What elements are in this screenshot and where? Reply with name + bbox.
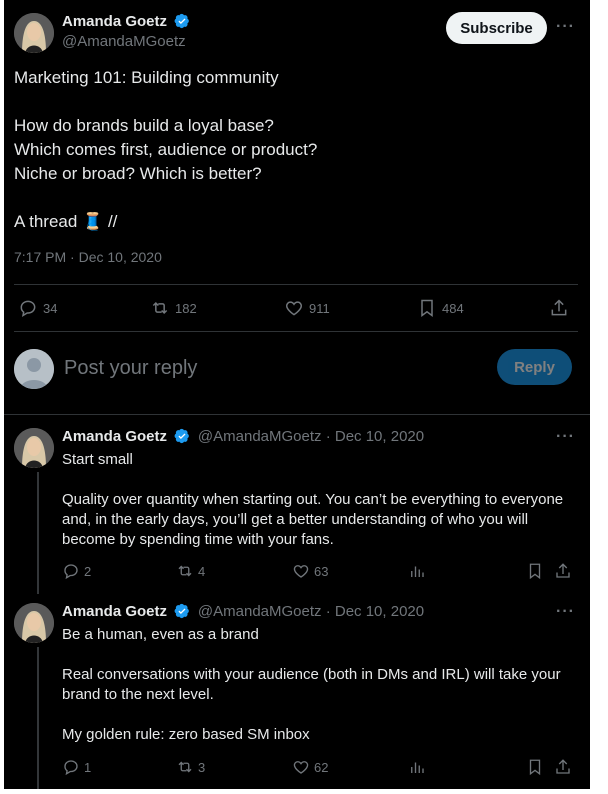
divider: [14, 284, 578, 285]
more-icon[interactable]: ···: [556, 18, 575, 36]
scrollbar-track[interactable]: [590, 0, 604, 789]
reply-meta[interactable]: @AmandaMGoetz · Dec 10, 2020: [198, 428, 424, 445]
thread-connector: [37, 472, 39, 594]
reply-author-name[interactable]: Amanda Goetz: [62, 603, 167, 620]
retweet-action[interactable]: 4: [176, 562, 205, 580]
retweet-count: 182: [175, 300, 197, 316]
user-avatar[interactable]: [14, 349, 54, 389]
like-count: 911: [309, 300, 330, 316]
heart-icon: [293, 761, 309, 774]
author-name[interactable]: Amanda Goetz: [62, 13, 167, 30]
retweet-action[interactable]: 3: [176, 758, 205, 776]
like-action[interactable]: 62: [292, 758, 328, 776]
share-action[interactable]: [549, 298, 569, 318]
bookmark-count: 484: [442, 300, 464, 316]
retweet-action[interactable]: 182: [150, 298, 197, 318]
reply-count: 1: [84, 759, 92, 775]
views-icon: [411, 762, 424, 773]
bookmark-icon: [529, 759, 541, 776]
heart-icon: [293, 565, 309, 578]
bookmark-icon: [529, 563, 541, 580]
share-icon: [556, 759, 570, 774]
like-count: 63: [314, 563, 329, 579]
reply-icon: [20, 300, 36, 318]
retweet-count: 3: [198, 759, 206, 775]
reply-count: 2: [84, 563, 92, 579]
author-handle[interactable]: @AmandaMGoetz: [62, 33, 190, 50]
verified-badge-icon: [175, 428, 190, 444]
reply-author-avatar[interactable]: [14, 428, 54, 468]
share-icon: [551, 299, 567, 316]
reply-count: 34: [43, 300, 58, 316]
reply-icon: [64, 760, 78, 776]
views-action[interactable]: [408, 562, 426, 580]
like-action[interactable]: 911: [284, 298, 330, 318]
retweet-icon: [152, 301, 168, 315]
bookmark-action[interactable]: [526, 562, 544, 580]
views-action[interactable]: [408, 758, 426, 776]
tweet-thread-view: Amanda Goetz @AmandaMGoetz Subscribe ···…: [4, 0, 591, 789]
more-icon[interactable]: ···: [556, 428, 575, 446]
reply-action[interactable]: 2: [62, 562, 91, 580]
reply-text: Start small Quality over quantity when s…: [62, 451, 564, 548]
share-action[interactable]: [554, 562, 572, 580]
like-action[interactable]: 63: [292, 562, 328, 580]
bookmark-icon: [421, 299, 433, 317]
more-icon[interactable]: ···: [556, 603, 575, 621]
verified-badge-icon: [175, 603, 190, 619]
reply-action[interactable]: 34: [18, 298, 57, 318]
share-action[interactable]: [554, 758, 572, 776]
verified-badge-icon: [175, 13, 190, 29]
views-icon: [411, 566, 424, 577]
reply-header: Amanda Goetz @AmandaMGoetz · Dec 10, 202…: [62, 428, 424, 446]
reply-author-name[interactable]: Amanda Goetz: [62, 428, 167, 445]
like-count: 62: [314, 759, 329, 775]
bookmark-action[interactable]: [526, 758, 544, 776]
retweet-icon: [178, 761, 192, 773]
bookmark-action[interactable]: 484: [417, 298, 464, 318]
reply-author-avatar[interactable]: [14, 603, 54, 643]
retweet-count: 4: [198, 563, 206, 579]
reply-input[interactable]: Post your reply: [64, 357, 197, 380]
thread-connector: [37, 647, 39, 789]
reply-icon: [64, 564, 78, 580]
subscribe-button[interactable]: Subscribe: [446, 12, 547, 44]
share-icon: [556, 563, 570, 578]
reply-button[interactable]: Reply: [497, 349, 572, 385]
retweet-icon: [178, 565, 192, 577]
divider: [14, 331, 578, 332]
reply-action[interactable]: 1: [62, 758, 91, 776]
tweet-text: Marketing 101: Building community How do…: [14, 68, 318, 231]
reply-text: Be a human, even as a brand Real convers…: [62, 626, 561, 743]
reply-meta[interactable]: @AmandaMGoetz · Dec 10, 2020: [198, 603, 424, 620]
reply-header: Amanda Goetz @AmandaMGoetz · Dec 10, 202…: [62, 603, 424, 621]
author-avatar[interactable]: [14, 13, 54, 53]
divider: [4, 414, 590, 415]
heart-icon: [285, 301, 303, 316]
tweet-timestamp[interactable]: 7:17 PM · Dec 10, 2020: [14, 249, 162, 265]
author-info: Amanda Goetz @AmandaMGoetz: [62, 13, 190, 50]
